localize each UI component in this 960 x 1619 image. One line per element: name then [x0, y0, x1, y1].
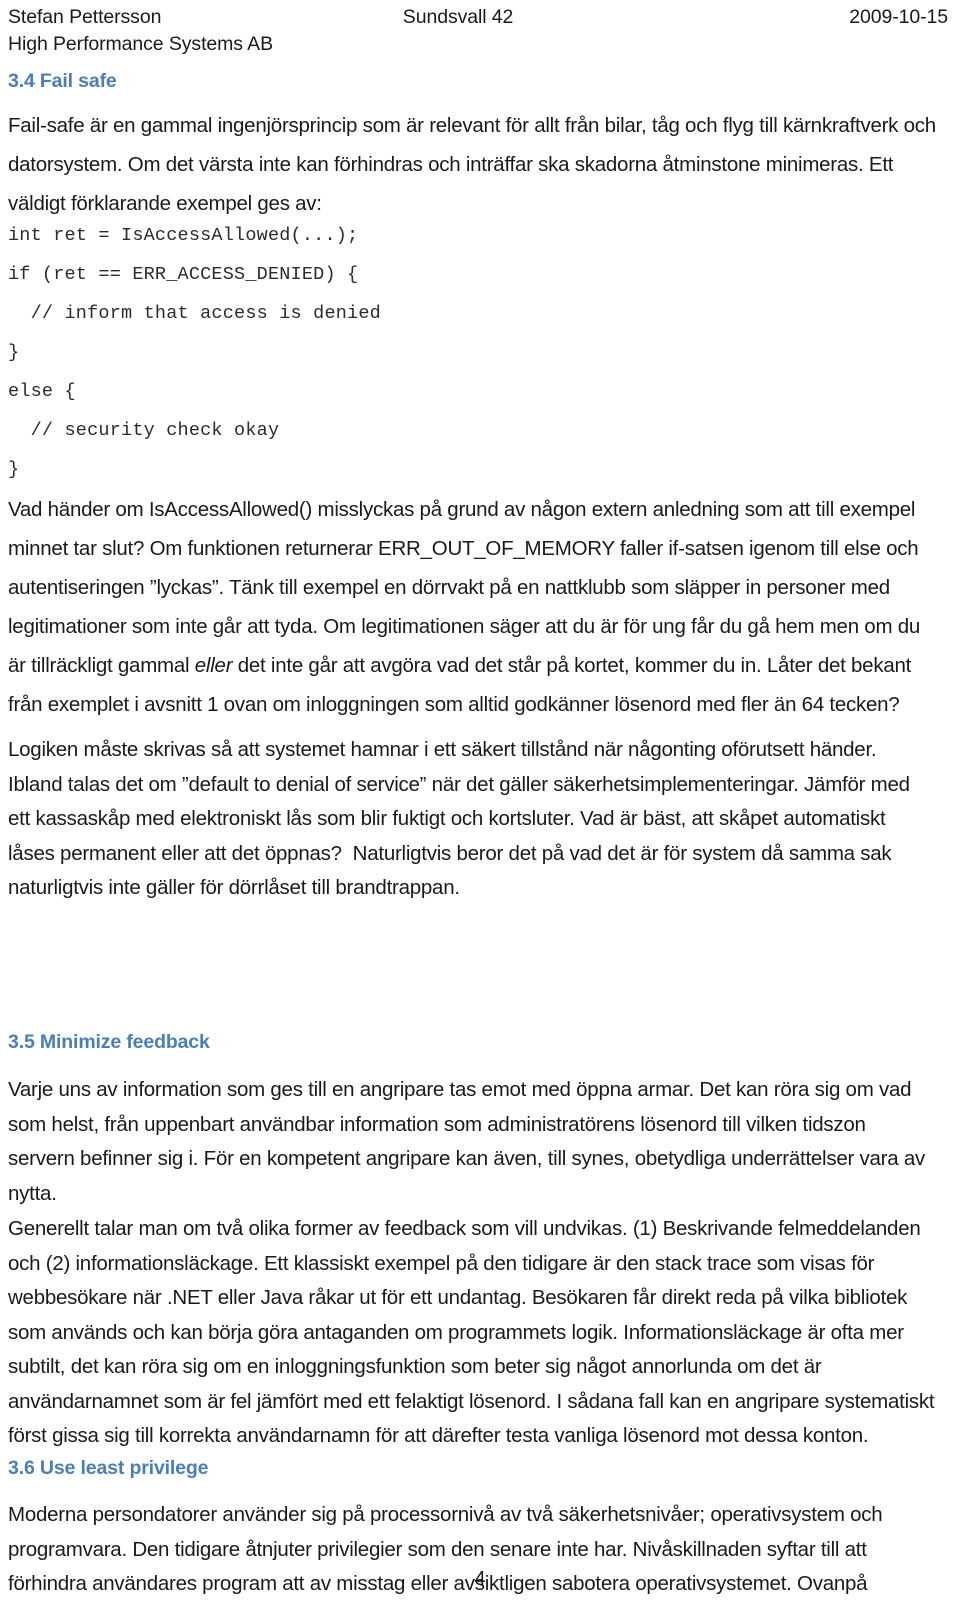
header-location: Sundsvall 42: [402, 6, 514, 28]
heading-minimize-feedback: 3.5 Minimize feedback: [8, 1031, 210, 1053]
paragraph-minimize-feedback-2: Generellt talar man om två olika former …: [8, 1217, 940, 1447]
heading-use-least-privilege: 3.6 Use least privilege: [8, 1457, 209, 1479]
document-page: Stefan Pettersson Sundsvall 42 2009-10-1…: [0, 0, 960, 1619]
paragraph-fail-safe-1: Vad händer om IsAccessAllowed() misslyck…: [8, 490, 936, 724]
paragraph-fail-safe-1-emphasis: eller: [194, 654, 233, 677]
header-author: Stefan Pettersson: [8, 6, 162, 28]
paragraph-fail-safe-1-part-a: Vad händer om IsAccessAllowed() misslyck…: [8, 498, 926, 677]
paragraph-fail-safe-intro: Fail-safe är en gammal ingenjörsprincip …: [8, 114, 942, 215]
header-line-1: Stefan Pettersson Sundsvall 42 2009-10-1…: [8, 4, 950, 31]
code-block-isaccessallowed: int ret = IsAccessAllowed(...); if (ret …: [8, 225, 381, 480]
header-date: 2009-10-15: [849, 6, 948, 28]
paragraph-fail-safe-2: Logiken måste skrivas så att systemet ha…: [8, 738, 916, 899]
header-company: High Performance Systems AB: [8, 33, 273, 55]
page-number: 4: [474, 1568, 486, 1590]
paragraph-minimize-feedback-1: Varje uns av information som ges till en…: [8, 1078, 931, 1205]
document-header: Stefan Pettersson Sundsvall 42 2009-10-1…: [8, 0, 950, 58]
heading-fail-safe: 3.4 Fail safe: [8, 70, 117, 92]
